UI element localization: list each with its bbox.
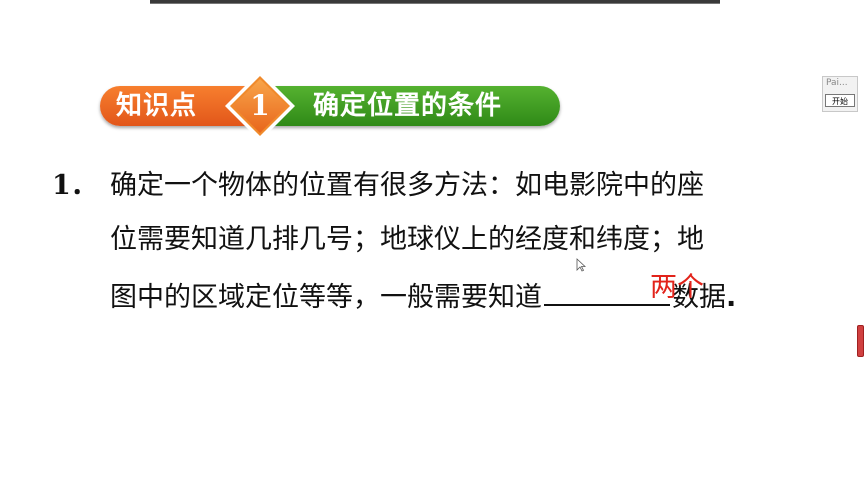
floating-control-widget: Pai... 开始 — [822, 76, 858, 112]
question-end-period: . — [726, 282, 737, 313]
question-line-1: 确定一个物体的位置有很多方法：如电影院中的座 — [110, 170, 704, 201]
answer-text: 两个 — [650, 272, 704, 303]
banner-topic: 确定位置的条件 — [313, 91, 503, 121]
window-top-edge — [150, 0, 720, 4]
start-button[interactable]: 开始 — [825, 94, 855, 107]
widget-label: Pai... — [826, 78, 848, 88]
knowledge-point-banner: 知识点 确定位置的条件 1 — [98, 70, 568, 142]
scroll-handle[interactable] — [857, 325, 864, 357]
question-line-3: 图中的区域定位等等，一般需要知道 数据. — [110, 274, 736, 318]
slide-canvas: 知识点 确定位置的条件 1 1． 确定一个物体的位置有很多方法：如电影院中的座 … — [0, 0, 864, 486]
banner-label: 知识点 — [116, 91, 198, 121]
banner-number: 1 — [250, 89, 270, 122]
question-number: 1． — [52, 170, 98, 201]
question-line-3-prefix: 图中的区域定位等等，一般需要知道 — [110, 282, 542, 313]
question-line-2: 位需要知道几排几号；地球仪上的经度和纬度；地 — [110, 224, 704, 255]
mouse-pointer-icon — [576, 258, 586, 272]
